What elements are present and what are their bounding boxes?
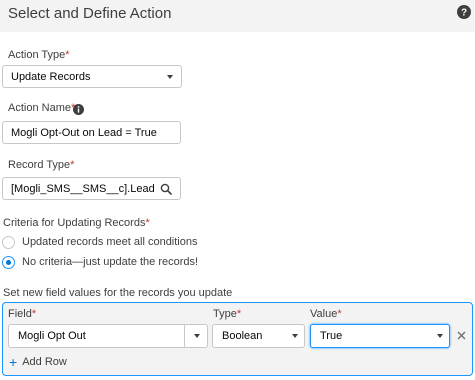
help-icon[interactable]: ? (457, 5, 471, 19)
record-type-label: Record Type* (8, 159, 75, 171)
criteria-radio-no-criteria[interactable] (2, 256, 15, 269)
modal-header: Select and Define Action ? (0, 0, 475, 32)
modal-title: Select and Define Action (8, 5, 172, 22)
value-column-header: Value* (310, 308, 342, 320)
info-icon[interactable] (73, 104, 84, 115)
criteria-label: Criteria for Updating Records* (3, 217, 150, 229)
add-row-button[interactable]: + Add Row (9, 353, 67, 370)
criteria-option-label: No criteria—just update the records! (22, 256, 199, 268)
action-name-label: Action Name* (8, 102, 76, 114)
field-column-header: Field* (8, 308, 37, 320)
field-values-heading: Set new field values for the records you… (3, 287, 233, 299)
type-select[interactable]: Boolean (212, 324, 305, 348)
action-name-input[interactable]: Mogli Opt-Out on Lead = True (2, 121, 181, 144)
type-value: Boolean (222, 330, 263, 342)
field-divider (184, 325, 185, 347)
chevron-down-icon (292, 334, 298, 338)
field-lookup[interactable]: Mogli Opt Out (8, 324, 208, 348)
search-icon[interactable] (160, 183, 172, 195)
type-column-header: Type* (213, 308, 242, 320)
criteria-option-label: Updated records meet all conditions (22, 236, 198, 248)
chevron-down-icon[interactable] (194, 334, 200, 338)
chevron-down-icon (437, 334, 443, 338)
value-value: True (320, 330, 343, 342)
record-type-value: [Mogli_SMS__SMS__c].Lead (11, 182, 155, 195)
add-row-label: Add Row (22, 356, 67, 368)
plus-icon: + (9, 353, 18, 370)
svg-text:?: ? (461, 8, 467, 19)
field-value: Mogli Opt Out (18, 330, 86, 342)
value-select[interactable]: True (310, 324, 450, 348)
action-type-value: Update Records (11, 70, 91, 83)
action-name-value: Mogli Opt-Out on Lead = True (11, 126, 157, 139)
criteria-radio-all-conditions[interactable] (2, 236, 15, 249)
chevron-down-icon (167, 75, 173, 79)
record-type-lookup[interactable]: [Mogli_SMS__SMS__c].Lead (2, 177, 181, 200)
action-type-select[interactable]: Update Records (2, 65, 182, 88)
close-icon[interactable] (457, 331, 466, 340)
action-type-label: Action Type* (8, 49, 70, 61)
